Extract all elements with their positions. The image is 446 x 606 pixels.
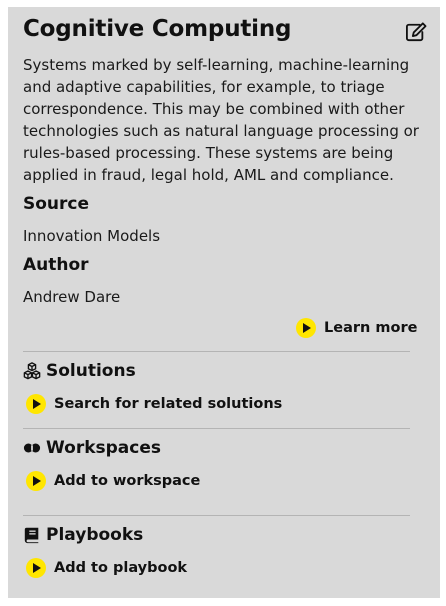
workspaces-header: Workspaces (23, 438, 161, 458)
link-icon (23, 443, 41, 453)
cubes-icon (23, 362, 41, 380)
solutions-header: Solutions (23, 361, 136, 381)
search-related-solutions-link[interactable]: Search for related solutions (26, 394, 282, 414)
source-heading: Source (23, 194, 90, 214)
learn-more-link[interactable]: Learn more (296, 318, 417, 338)
add-to-playbook-label: Add to playbook (54, 560, 188, 576)
author-value: Andrew Dare (23, 288, 121, 306)
playbooks-title: Playbooks (46, 525, 144, 545)
workspaces-title: Workspaces (46, 438, 161, 458)
divider (23, 351, 410, 352)
solutions-title: Solutions (46, 361, 136, 381)
add-to-workspace-label: Add to workspace (54, 473, 201, 489)
add-to-workspace-link[interactable]: Add to workspace (26, 471, 200, 491)
details-panel: Cognitive Computing Systems marked by se… (8, 7, 440, 598)
source-value: Innovation Models (23, 227, 161, 245)
author-heading: Author (23, 255, 89, 275)
book-icon (24, 527, 39, 544)
divider (23, 515, 410, 516)
play-icon (26, 471, 46, 491)
edit-icon[interactable] (405, 22, 427, 42)
description-text: Systems marked by self-learning, machine… (23, 56, 419, 184)
play-icon (296, 318, 316, 338)
play-icon (26, 394, 46, 414)
search-related-solutions-label: Search for related solutions (54, 396, 283, 412)
page-title: Cognitive Computing (23, 16, 292, 42)
play-icon (26, 558, 46, 578)
playbooks-header: Playbooks (23, 525, 143, 545)
learn-more-label: Learn more (324, 320, 418, 336)
add-to-playbook-link[interactable]: Add to playbook (26, 558, 187, 578)
divider (23, 428, 410, 429)
